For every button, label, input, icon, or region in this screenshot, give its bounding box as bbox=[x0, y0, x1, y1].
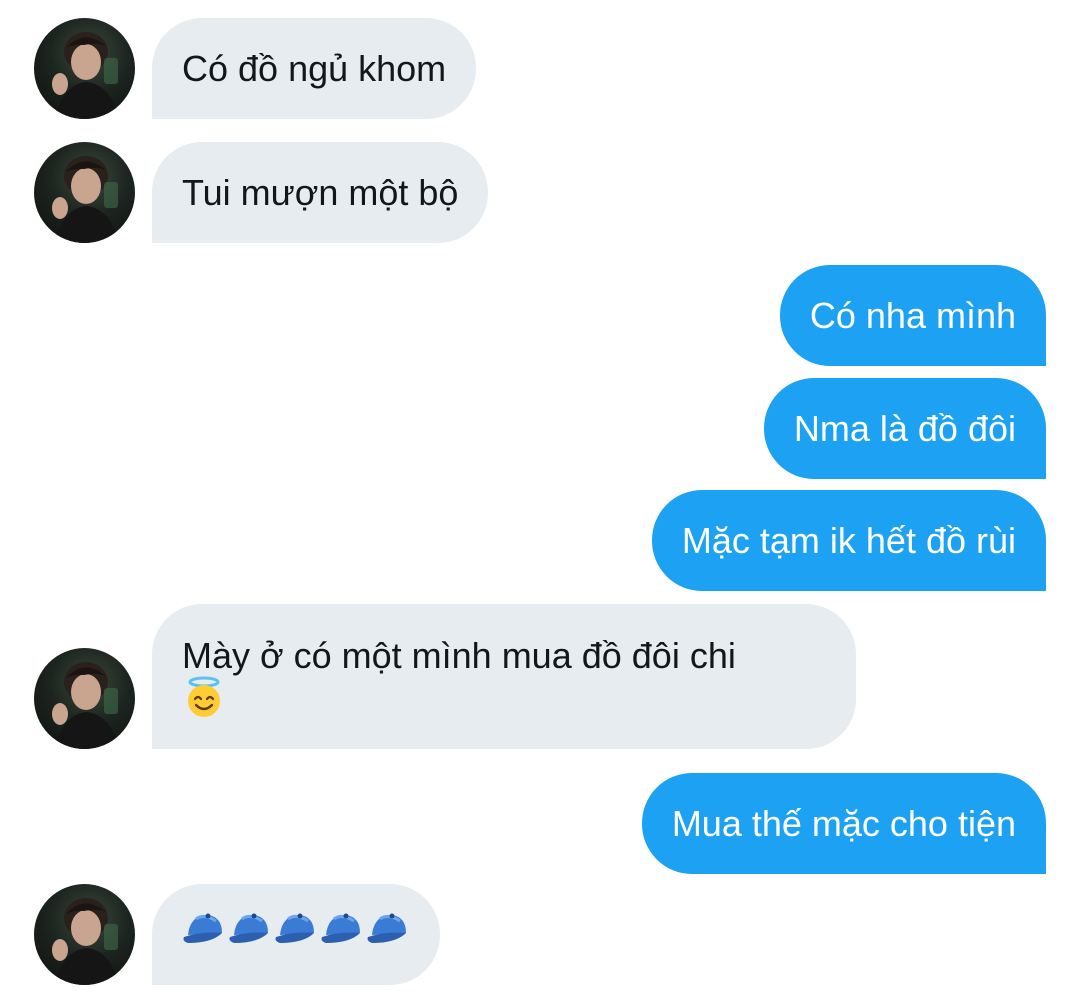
billed-cap-icon bbox=[274, 909, 320, 961]
message-outgoing: Có nha mình bbox=[779, 265, 1046, 366]
billed-cap-icon bbox=[366, 909, 412, 961]
avatar[interactable] bbox=[34, 142, 135, 243]
message-incoming: Có đồ ngủ khom bbox=[152, 18, 477, 119]
emoji-row bbox=[182, 676, 826, 726]
message-incoming: Mày ở có một mình mua đồ đôi chi bbox=[152, 604, 856, 749]
message-text: Có nha mình bbox=[809, 294, 1016, 336]
message-text: Mua thế mặc cho tiện bbox=[671, 802, 1016, 844]
avatar[interactable] bbox=[34, 884, 135, 985]
message-incoming bbox=[152, 884, 440, 985]
message-text: Có đồ ngủ khom bbox=[182, 47, 447, 89]
emoji-row bbox=[182, 909, 412, 961]
message-outgoing: Mua thế mặc cho tiện bbox=[641, 773, 1046, 874]
message-outgoing: Nma là đồ đôi bbox=[763, 378, 1046, 479]
avatar[interactable] bbox=[34, 648, 135, 749]
smiling-face-with-halo-icon bbox=[182, 675, 226, 731]
avatar[interactable] bbox=[34, 18, 135, 119]
message-text: Nma là đồ đôi bbox=[793, 407, 1016, 449]
billed-cap-icon bbox=[320, 909, 366, 961]
billed-cap-icon bbox=[182, 909, 228, 961]
chat-thread: Có đồ ngủ khom Tui mượn một bộ Có nha mì… bbox=[0, 0, 1080, 1006]
message-text: Tui mượn một bộ bbox=[182, 171, 459, 213]
message-text: Mày ở có một mình mua đồ đôi chi bbox=[182, 635, 736, 676]
billed-cap-icon bbox=[228, 909, 274, 961]
message-text: Mặc tạm ik hết đồ rùi bbox=[681, 519, 1016, 561]
message-incoming: Tui mượn một bộ bbox=[152, 142, 489, 243]
message-outgoing: Mặc tạm ik hết đồ rùi bbox=[651, 490, 1046, 591]
